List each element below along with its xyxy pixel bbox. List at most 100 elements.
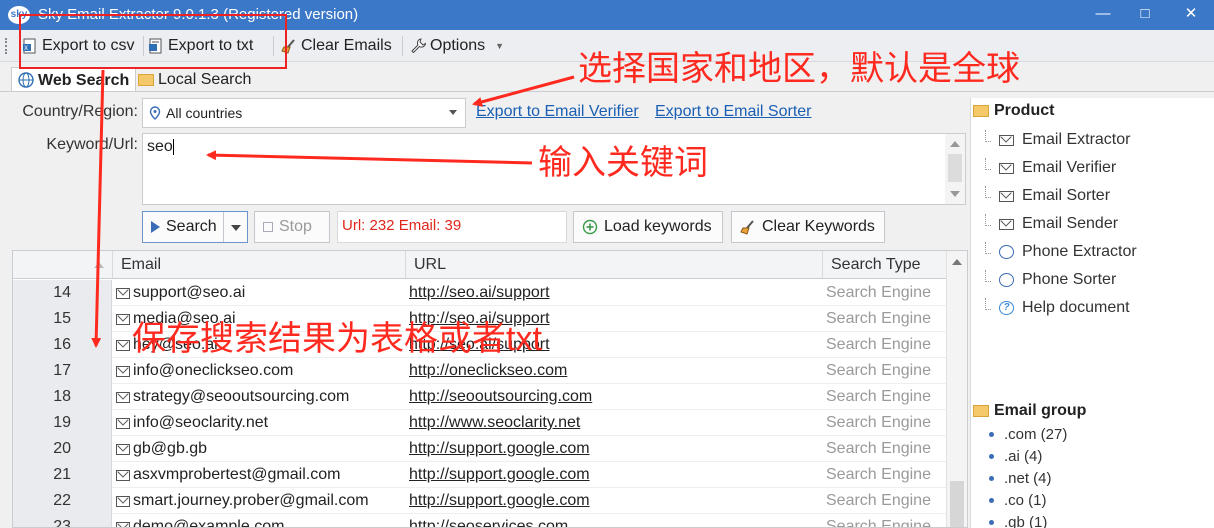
scroll-thumb[interactable]: [950, 481, 964, 527]
table-row[interactable]: 14 support@seo.ai http://seo.ai/support Sea…: [13, 280, 947, 306]
search-button[interactable]: Search: [142, 211, 248, 243]
tree-connector: [985, 214, 991, 226]
table-row[interactable]: 21 asxvmprobertest@gmail.com http://suppor…: [13, 462, 947, 488]
email-group-item[interactable]: .net (4): [989, 467, 1052, 489]
country-select[interactable]: All countries: [142, 98, 466, 128]
minimize-button[interactable]: —: [1080, 0, 1126, 30]
bullet-icon: [989, 519, 994, 525]
close-button[interactable]: ✕: [1168, 0, 1214, 30]
mail-icon: [999, 162, 1014, 174]
product-item[interactable]: Email Sorter: [985, 184, 1110, 208]
location-pin-icon: [149, 106, 161, 120]
url-link[interactable]: http://seooutsourcing.com: [409, 384, 592, 410]
table-row[interactable]: 18 strategy@seooutsourcing.com http://seoo…: [13, 384, 947, 410]
email-group-item[interactable]: .gb (1): [989, 511, 1047, 528]
column-header-url[interactable]: URL: [406, 251, 823, 279]
side-panel: Product Email Extractor Email Verifier Ema…: [970, 98, 1214, 528]
mail-icon: [116, 287, 130, 299]
export-sorter-link[interactable]: Export to Email Sorter: [655, 103, 812, 121]
clear-emails-label: Clear Emails: [301, 37, 392, 54]
search-type-cell: Search Engine: [826, 414, 931, 431]
email-cell[interactable]: support@seo.ai: [116, 280, 245, 306]
chevron-down-icon: [449, 110, 457, 115]
scroll-up-icon[interactable]: [950, 141, 960, 147]
table-row[interactable]: 23 demo@example.com http://seoservices.com…: [13, 514, 947, 527]
product-group-header[interactable]: Product: [973, 100, 1054, 122]
clear-keywords-button[interactable]: Clear Keywords: [731, 211, 885, 243]
product-item-label: Help document: [1022, 299, 1130, 316]
url-link[interactable]: http://www.seoclarity.net: [409, 410, 580, 436]
email-group-header[interactable]: Email group: [973, 400, 1086, 422]
keyword-input-value: seo: [147, 138, 173, 155]
search-options-dropdown[interactable]: [223, 212, 247, 242]
tree-connector: [985, 270, 991, 282]
keyword-scrollbar[interactable]: [945, 134, 965, 204]
mail-icon: [999, 190, 1014, 202]
scroll-thumb[interactable]: [948, 154, 962, 182]
row-number: 23: [13, 514, 112, 527]
stop-button[interactable]: Stop: [254, 211, 330, 243]
tab-local-search[interactable]: Local Search: [132, 67, 257, 92]
options-dropdown-icon[interactable]: ▼: [495, 34, 504, 58]
maximize-button[interactable]: □: [1122, 0, 1168, 30]
email-cell[interactable]: demo@example.com: [116, 514, 284, 527]
search-status: Url: 232 Email: 39: [337, 211, 567, 243]
email-cell[interactable]: info@oneclickseo.com: [116, 358, 293, 384]
tree-connector: [985, 186, 991, 198]
email-cell[interactable]: strategy@seooutsourcing.com: [116, 384, 349, 410]
row-number-header[interactable]: [13, 251, 113, 279]
email-group-item-label: .co (1): [1004, 491, 1047, 509]
play-icon: [151, 221, 160, 233]
text-caret: [172, 138, 174, 155]
table-row[interactable]: 19 info@seoclarity.net http://www.seoclari…: [13, 410, 947, 436]
email-cell[interactable]: asxvmprobertest@gmail.com: [116, 462, 340, 488]
scroll-up-icon[interactable]: [952, 259, 962, 265]
options-button[interactable]: Options ▼: [410, 34, 504, 58]
product-item[interactable]: ? Help document: [985, 296, 1130, 320]
toolbar-grip[interactable]: [5, 38, 8, 54]
url-link[interactable]: http://support.google.com: [409, 488, 590, 514]
annotation-save: 保存搜索结果为表格或者txt: [132, 320, 542, 358]
email-group-item[interactable]: .ai (4): [989, 445, 1042, 467]
email-group-item[interactable]: .co (1): [989, 489, 1047, 511]
email-cell[interactable]: smart.journey.prober@gmail.com: [116, 488, 369, 514]
table-row[interactable]: 20 gb@gb.gb http://support.google.com Searc…: [13, 436, 947, 462]
stop-icon: [263, 222, 273, 232]
column-header-email[interactable]: Email: [113, 251, 406, 279]
tab-divider: [0, 91, 1214, 92]
search-type-cell: Search Engine: [826, 362, 931, 379]
row-number: 20: [13, 436, 112, 462]
email-cell[interactable]: gb@gb.gb: [116, 436, 207, 462]
tab-web-search[interactable]: Web Search: [11, 67, 137, 92]
load-keywords-label: Load keywords: [604, 218, 712, 235]
product-item[interactable]: Phone Sorter: [985, 268, 1116, 292]
email-group-item[interactable]: .com (27): [989, 423, 1067, 445]
url-link[interactable]: http://support.google.com: [409, 462, 590, 488]
table-row[interactable]: 17 info@oneclickseo.com http://oneclickseo…: [13, 358, 947, 384]
email-group-item-label: .ai (4): [1004, 447, 1043, 465]
product-item[interactable]: Email Sender: [985, 212, 1118, 236]
scroll-down-icon[interactable]: [950, 191, 960, 197]
url-link[interactable]: http://seo.ai/support: [409, 280, 550, 306]
product-item[interactable]: Email Verifier: [985, 156, 1116, 180]
tab-local-search-label: Local Search: [158, 71, 252, 88]
url-link[interactable]: http://oneclickseo.com: [409, 358, 567, 384]
phone-icon: [999, 273, 1014, 287]
product-item[interactable]: Phone Extractor: [985, 240, 1137, 264]
url-link[interactable]: http://support.google.com: [409, 436, 590, 462]
clear-keywords-label: Clear Keywords: [762, 218, 875, 235]
folder-icon: [973, 105, 989, 117]
export-verifier-link[interactable]: Export to Email Verifier: [476, 103, 639, 121]
product-item[interactable]: Email Extractor: [985, 128, 1130, 152]
email-cell[interactable]: info@seoclarity.net: [116, 410, 268, 436]
load-keywords-button[interactable]: Load keywords: [573, 211, 723, 243]
email-text: smart.journey.prober@gmail.com: [133, 492, 369, 509]
table-scrollbar[interactable]: [946, 251, 967, 527]
column-header-search-type[interactable]: Search Type: [823, 251, 947, 279]
row-number: 19: [13, 410, 112, 436]
annotation-keyword: 输入关键词: [538, 144, 708, 182]
search-type-cell: Search Engine: [826, 336, 931, 353]
clear-emails-button[interactable]: Clear Emails: [281, 34, 392, 58]
table-row[interactable]: 22 smart.journey.prober@gmail.com http://s…: [13, 488, 947, 514]
url-link[interactable]: http://seoservices.com: [409, 514, 568, 527]
